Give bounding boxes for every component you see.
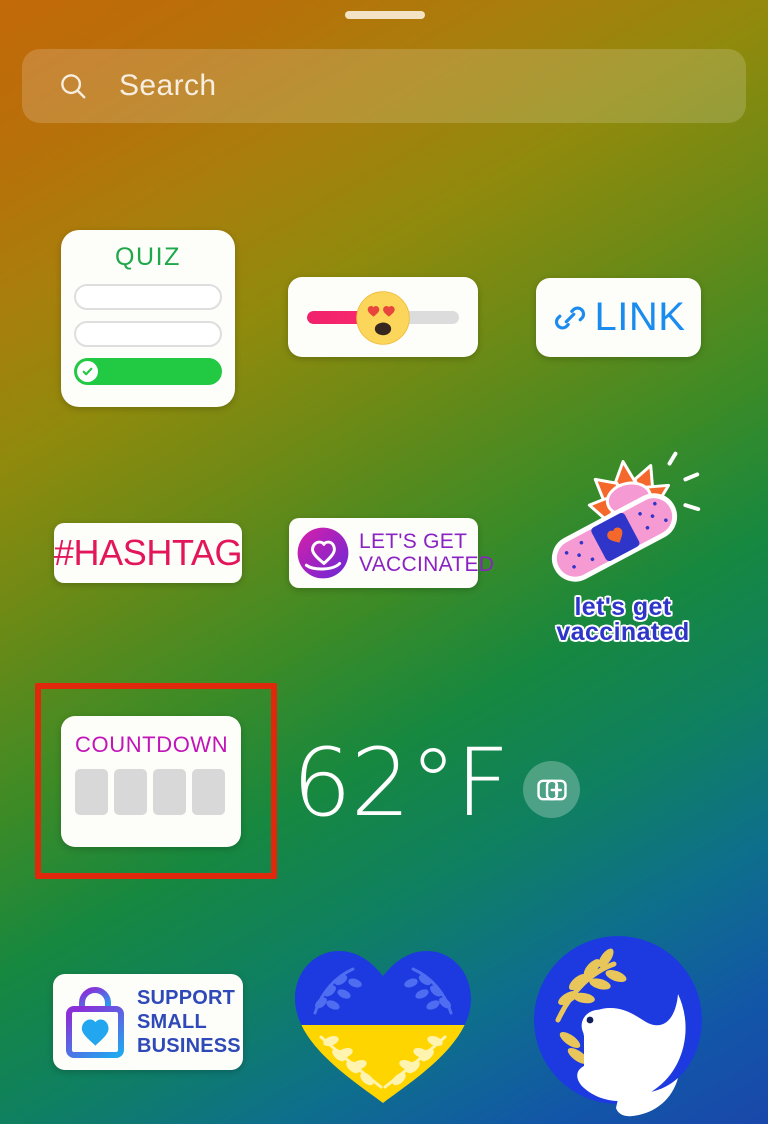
sticker-peace-dove[interactable] (518, 928, 718, 1124)
quiz-correct-answer (74, 358, 222, 386)
ukraine-flag-heart-icon (295, 951, 471, 1103)
peace-dove-icon (534, 936, 702, 1117)
sticker-ukraine-heart[interactable] (287, 941, 479, 1107)
sticker-add-yours[interactable] (523, 761, 580, 818)
quiz-option-2 (74, 321, 222, 348)
sticker-lets-get-vaccinated-badge[interactable]: LET'S GET VACCINATED (289, 518, 494, 588)
sticker-link[interactable]: LINK (536, 278, 701, 357)
sticker-temperature[interactable]: 62°F (292, 737, 510, 831)
countdown-digit-box (114, 769, 147, 815)
small-business-line-2: SMALL (137, 1011, 207, 1033)
countdown-digit-box (192, 769, 225, 815)
search-placeholder-text: Search (119, 69, 217, 102)
flower-bandage-caption: let's get vaccinated (524, 595, 722, 645)
flower-caption-line-2: vaccinated (556, 618, 690, 646)
sticker-tray-screen: Search QUIZ LINK #HASHTAG LET'S GET VACC… (0, 0, 768, 1124)
sticker-countdown[interactable]: COUNTDOWN (61, 716, 241, 847)
heart-ribbon-icon (297, 527, 349, 579)
sticker-hashtag[interactable]: #HASHTAG (54, 523, 242, 583)
small-business-text: SUPPORT SMALL BUSINESS (137, 986, 241, 1058)
vaccinated-badge-text: LET'S GET VACCINATED (359, 530, 494, 576)
quiz-title: QUIZ (114, 243, 182, 271)
vaccinated-line-2: VACCINATED (359, 553, 495, 576)
countdown-digit-box (153, 769, 186, 815)
heart-eyes-emoji (356, 291, 410, 345)
flower-caption-line-1: let's get (574, 593, 672, 621)
chain-link-icon (554, 306, 585, 329)
search-input[interactable]: Search (22, 49, 746, 123)
drag-handle[interactable] (345, 11, 425, 19)
small-business-line-3: BUSINESS (137, 1035, 241, 1057)
shopping-bag-heart-icon (66, 987, 124, 1058)
check-icon (82, 367, 93, 376)
countdown-title: COUNTDOWN (75, 732, 229, 757)
sticker-quiz[interactable]: QUIZ (61, 230, 235, 407)
add-yours-stacked-cards-plus-icon (536, 779, 567, 800)
search-icon (61, 74, 86, 99)
countdown-digit-group (75, 769, 227, 815)
small-business-line-1: SUPPORT (137, 987, 236, 1009)
sticker-emoji-slider[interactable] (288, 277, 478, 357)
sticker-flower-bandage-vaccinated[interactable]: let's get vaccinated (524, 443, 722, 648)
hashtag-label: #HASHTAG (53, 532, 243, 573)
countdown-digit-box (75, 769, 108, 815)
vaccinated-line-1: LET'S GET (359, 530, 468, 553)
link-label: LINK (594, 295, 686, 339)
sticker-support-small-business[interactable]: SUPPORT SMALL BUSINESS (53, 974, 243, 1070)
check-circle-icon (77, 361, 98, 383)
flower-bandage-icon (551, 451, 701, 582)
quiz-option-1 (74, 284, 222, 311)
